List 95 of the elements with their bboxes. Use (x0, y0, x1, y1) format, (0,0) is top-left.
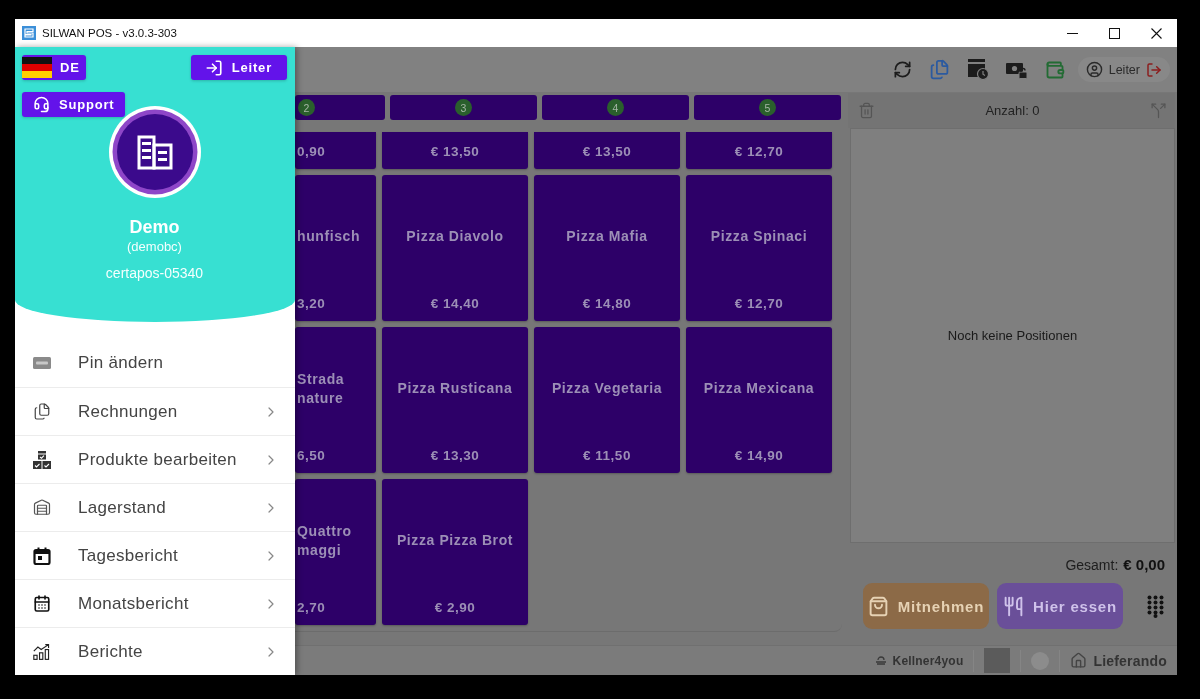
category-number: 5 (759, 99, 776, 116)
empty-order-text: Noch keine Positionen (947, 328, 1078, 343)
product-tile[interactable]: Pizza Mexicana € 14,90 (686, 327, 832, 473)
product-name: Pizza Pizza Brot (396, 531, 514, 550)
documents-icon (33, 402, 51, 421)
total-label: Gesamt: (1065, 556, 1119, 574)
product-name: Pizza Rusticana (397, 379, 513, 398)
tray-icon (874, 656, 887, 665)
user-menu-button[interactable]: Leiter (1077, 57, 1170, 82)
product-name: hunfisch (297, 227, 361, 246)
calendar-icon (33, 594, 51, 613)
takeaway-button[interactable]: Mitnehmen (863, 583, 989, 629)
product-price: € 11,50 (583, 447, 631, 465)
product-tile[interactable]: 0,90 (295, 132, 376, 169)
partner-wordmark: Kellner4you (892, 653, 964, 668)
app-logo-icon (22, 26, 36, 40)
account-username: (demobc) (127, 239, 182, 255)
bag-icon (867, 595, 889, 617)
category-tab[interactable]: 2 (295, 95, 385, 120)
total-value: € 0,00 (1123, 556, 1165, 574)
product-tile[interactable]: Strada nature 6,50 (295, 327, 376, 473)
product-price: € 13,50 (430, 143, 480, 161)
product-name: Quattro maggi (297, 521, 353, 560)
partner-wordmark: Lieferando (1093, 652, 1167, 669)
product-name: Pizza Diavolo (406, 227, 504, 246)
logout-icon (1146, 61, 1162, 78)
language-button[interactable]: DE (22, 55, 86, 80)
login-icon (204, 58, 223, 77)
product-price: € 14,80 (582, 295, 632, 313)
category-tab[interactable]: 4 (542, 95, 689, 120)
product-price: 0,90 (297, 143, 326, 161)
menu-item[interactable]: Produkte bearbeiten (15, 435, 295, 483)
menu-item[interactable]: Monatsbericht (15, 579, 295, 627)
calendar-icon (33, 546, 51, 565)
product-price: € 12,70 (734, 295, 784, 313)
product-price: 6,50 (297, 447, 326, 465)
boxes-icon (33, 450, 51, 469)
menu-item[interactable]: Berichte (15, 627, 295, 675)
category-tab[interactable]: 3 (390, 95, 537, 120)
product-name: Pizza Vegetaria (551, 379, 663, 398)
product-price: 2,70 (297, 599, 326, 617)
product-price: € 13,30 (430, 447, 480, 465)
product-price: € 2,90 (434, 599, 476, 617)
login-button[interactable]: Leiter (190, 55, 287, 80)
category-number: 2 (298, 99, 315, 116)
utensils-icon (1003, 595, 1025, 617)
product-price: € 13,50 (582, 143, 632, 161)
account-name: Demo (129, 216, 180, 238)
dialpad-icon[interactable] (1147, 594, 1164, 618)
chart-icon (33, 641, 51, 662)
item-count: Anzahl: 0 (985, 103, 1040, 118)
sync-icon[interactable] (892, 60, 912, 79)
product-tile[interactable]: Pizza Pizza Brot € 2,90 (382, 479, 528, 625)
product-name: Strada nature (297, 369, 346, 408)
product-name: Pizza Mafia (566, 227, 648, 246)
product-tile[interactable]: Quattro maggi 2,70 (295, 479, 376, 625)
product-tile[interactable]: Pizza Spinaci € 12,70 (686, 175, 832, 321)
flag-icon (22, 57, 52, 78)
product-tile[interactable]: € 13,50 (534, 132, 680, 169)
window-title: SILWAN POS - v3.0.3-303 (42, 27, 177, 39)
warehouse-icon (33, 498, 51, 517)
product-tile[interactable]: Pizza Diavolo € 14,40 (382, 175, 528, 321)
logo-tile (984, 648, 1011, 673)
dine-in-button[interactable]: Hier essen (997, 583, 1123, 629)
menu-item[interactable]: Pin ändern (15, 339, 295, 387)
product-name: Pizza Mexicana (703, 379, 815, 398)
minimize-icon (1066, 32, 1078, 34)
cash-lock-icon[interactable] (1005, 60, 1028, 79)
product-tile[interactable]: Pizza Vegetaria € 11,50 (534, 327, 680, 473)
product-tile[interactable]: Pizza Mafia € 14,80 (534, 175, 680, 321)
close-icon (1150, 27, 1162, 39)
product-tile[interactable]: Pizza Rusticana € 13,30 (382, 327, 528, 473)
register-clock-icon[interactable] (966, 59, 989, 80)
category-number: 3 (455, 99, 472, 116)
category-number: 4 (607, 99, 624, 116)
category-tab[interactable]: 5 (694, 95, 841, 120)
number-tile-icon (33, 357, 51, 369)
product-tile[interactable]: € 13,50 (382, 132, 528, 169)
headset-icon (33, 96, 50, 113)
product-price: € 12,70 (734, 143, 784, 161)
product-price: 3,20 (297, 295, 326, 313)
product-tile[interactable]: hunfisch 3,20 (295, 175, 376, 321)
product-tile[interactable]: € 12,70 (686, 132, 832, 169)
house-icon (1070, 652, 1088, 669)
product-price: € 14,90 (734, 447, 784, 465)
device-name: certapos-05340 (105, 264, 204, 282)
menu-item[interactable]: Lagerstand (15, 483, 295, 531)
product-name: Pizza Spinaci (710, 227, 808, 246)
copy-icon[interactable] (928, 59, 950, 80)
product-price: € 14,40 (430, 295, 480, 313)
support-button[interactable]: Support (22, 92, 126, 117)
menu-item[interactable]: Tagesbericht (15, 531, 295, 579)
maximize-icon (1108, 27, 1120, 39)
menu-item[interactable]: Rechnungen (15, 387, 295, 435)
user-icon (1085, 61, 1103, 78)
